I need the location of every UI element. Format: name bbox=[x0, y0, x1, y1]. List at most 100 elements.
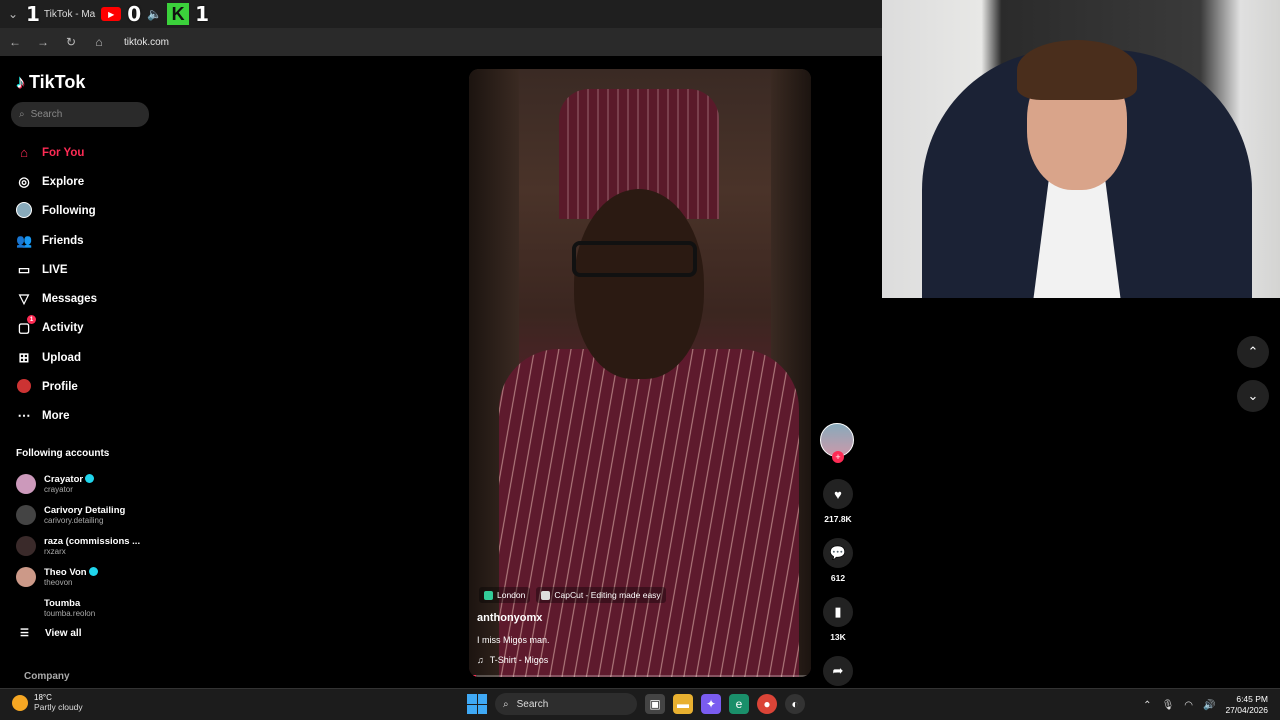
taskbar-apps: ⌕ Search ▣ ▬ ✦ e ● ◐ bbox=[467, 693, 805, 715]
copilot-icon[interactable]: ✦ bbox=[701, 694, 721, 714]
search-input[interactable]: ⌕ Search bbox=[11, 102, 149, 127]
share-icon: ➦ bbox=[832, 663, 844, 678]
list-item[interactable]: Carivory Detailing carivory.detailing bbox=[16, 499, 140, 530]
creator-avatar[interactable]: + bbox=[820, 423, 854, 463]
activity-badge: 1 bbox=[27, 315, 36, 325]
browser-tab[interactable]: 1 TikTok - Ma bbox=[26, 2, 95, 26]
nav-label: Friends bbox=[42, 234, 84, 247]
video-tags: London CapCut - Editing made easy bbox=[479, 587, 666, 603]
like-count: 217.8K bbox=[824, 514, 852, 524]
follow-plus-icon[interactable]: + bbox=[832, 451, 844, 463]
list-item[interactable]: Crayator crayator bbox=[16, 468, 140, 499]
avatar bbox=[16, 597, 36, 618]
account-name: Theo Von bbox=[44, 566, 87, 578]
speaker-icon[interactable]: 🔈 bbox=[147, 7, 162, 21]
nav-label: Messages bbox=[42, 293, 97, 306]
taskbar-search[interactable]: ⌕ Search bbox=[495, 693, 637, 715]
verified-icon bbox=[88, 567, 98, 577]
like-button[interactable]: ♥ bbox=[823, 479, 853, 509]
tray-chevron-icon[interactable]: ⌃ bbox=[1143, 700, 1151, 711]
nav-more[interactable]: ⋯ More bbox=[16, 402, 97, 431]
tab-list-chevron-icon[interactable]: ⌄ bbox=[6, 7, 20, 21]
video-progress-fill bbox=[469, 675, 476, 677]
app-icon[interactable]: ◐ bbox=[785, 694, 805, 714]
location-label: London bbox=[497, 590, 526, 600]
nav-explore[interactable]: ◎ Explore bbox=[16, 167, 97, 196]
clock[interactable]: 6:45 PM 27/04/2026 bbox=[1225, 694, 1268, 716]
video-caption: I miss Migos man. bbox=[477, 635, 550, 645]
heart-icon: ♥ bbox=[834, 486, 842, 502]
address-bar: ← → ↻ ⌂ tiktok.com bbox=[0, 28, 882, 56]
chrome-icon[interactable]: ● bbox=[757, 694, 777, 714]
location-tag[interactable]: London bbox=[479, 587, 531, 603]
view-all-button[interactable]: ☰ View all bbox=[20, 628, 81, 639]
upload-icon: ⊞ bbox=[18, 349, 30, 365]
reload-icon[interactable]: ↻ bbox=[64, 35, 78, 49]
capcut-tag[interactable]: CapCut - Editing made easy bbox=[536, 587, 666, 603]
save-count: 13K bbox=[830, 632, 846, 642]
browser-tab-bar: ⌄ 1 TikTok - Ma ▶ 0 🔈 K 1 bbox=[0, 0, 882, 28]
clock-date: 27/04/2026 bbox=[1225, 705, 1268, 715]
nav-label: Profile bbox=[42, 381, 78, 394]
video-music[interactable]: ♫ T-Shirt - Migos bbox=[477, 655, 548, 665]
save-button[interactable]: ▮ bbox=[823, 597, 853, 627]
previous-video-button[interactable]: ⌃ bbox=[1237, 336, 1269, 368]
nav-friends[interactable]: 👥 Friends bbox=[16, 226, 97, 255]
nav-following[interactable]: Following bbox=[16, 197, 97, 226]
account-handle: crayator bbox=[44, 484, 73, 494]
list-item[interactable]: Toumba toumba.reolon bbox=[16, 592, 140, 623]
nav-live[interactable]: ▭ LIVE bbox=[16, 255, 97, 284]
nav-upload[interactable]: ⊞ Upload bbox=[16, 343, 97, 372]
nav-messages[interactable]: ▽ Messages bbox=[16, 284, 97, 313]
music-title: T-Shirt - Migos bbox=[489, 655, 549, 665]
nav-label: More bbox=[42, 410, 70, 423]
comment-button[interactable]: 💬 bbox=[823, 538, 853, 568]
video-player[interactable]: London CapCut - Editing made easy anthon… bbox=[469, 69, 811, 677]
weather-temp: 18°C bbox=[34, 693, 52, 702]
weather-icon bbox=[12, 694, 28, 711]
taskbar: 18°C Partly cloudy ⌕ Search ▣ ▬ ✦ e ● ◐ … bbox=[0, 688, 1280, 720]
edge-icon[interactable]: e bbox=[729, 694, 749, 714]
location-icon bbox=[484, 590, 493, 600]
url-field[interactable]: tiktok.com bbox=[124, 37, 169, 48]
wifi-icon[interactable]: ◠ bbox=[1184, 700, 1193, 711]
account-name: Crayator bbox=[44, 473, 84, 485]
forward-icon[interactable]: → bbox=[36, 35, 50, 49]
nav-label: Explore bbox=[42, 175, 85, 188]
list-item[interactable]: raza (commissions ... rxzarx bbox=[16, 530, 140, 561]
nav-label: Upload bbox=[42, 351, 81, 364]
following-accounts-list: Crayator crayator Carivory Detailing car… bbox=[16, 468, 140, 623]
overlay-count-1: 1 bbox=[26, 2, 40, 26]
nav-profile[interactable]: Profile bbox=[16, 372, 97, 401]
video-frame-suit bbox=[499, 349, 799, 677]
comment-count: 612 bbox=[830, 573, 846, 583]
nav-for-you[interactable]: ⌂ For You bbox=[16, 138, 97, 167]
chevron-up-icon: ⌃ bbox=[1247, 344, 1259, 359]
comment-icon: 💬 bbox=[829, 545, 847, 560]
tiktok-logo[interactable]: ♪ TikTok bbox=[16, 72, 85, 93]
following-avatar-icon bbox=[16, 201, 32, 221]
company-link[interactable]: Company bbox=[24, 671, 70, 682]
system-tray: ⌃ 🎙 ◠ 🔊 6:45 PM 27/04/2026 bbox=[1143, 694, 1268, 716]
weather-widget[interactable]: 18°C Partly cloudy bbox=[12, 693, 83, 712]
share-button[interactable]: ➦ bbox=[823, 656, 853, 686]
bookmark-icon: ▮ bbox=[834, 604, 842, 619]
account-name: Carivory Detailing bbox=[44, 504, 126, 516]
chevron-down-icon: ⌄ bbox=[1247, 388, 1259, 403]
windows-start-icon[interactable] bbox=[467, 694, 487, 714]
back-icon[interactable]: ← bbox=[8, 35, 22, 49]
video-frame-glasses bbox=[572, 241, 697, 277]
webcam-overlay bbox=[882, 0, 1280, 298]
video-author[interactable]: anthonyomx bbox=[477, 612, 542, 624]
next-video-button[interactable]: ⌄ bbox=[1237, 380, 1269, 412]
file-explorer-icon[interactable]: ▬ bbox=[673, 694, 693, 714]
list-item[interactable]: Theo Von theovon bbox=[16, 561, 140, 592]
home-button-icon[interactable]: ⌂ bbox=[92, 35, 106, 49]
task-view-icon[interactable]: ▣ bbox=[645, 694, 665, 714]
following-accounts-heading: Following accounts bbox=[16, 448, 110, 459]
nav-activity[interactable]: ▢ 1 Activity bbox=[16, 314, 97, 343]
video-progress-bar[interactable] bbox=[469, 675, 811, 677]
messages-icon: ▽ bbox=[19, 291, 29, 307]
volume-icon[interactable]: 🔊 bbox=[1203, 700, 1215, 711]
microphone-icon[interactable]: 🎙 bbox=[1162, 700, 1175, 711]
